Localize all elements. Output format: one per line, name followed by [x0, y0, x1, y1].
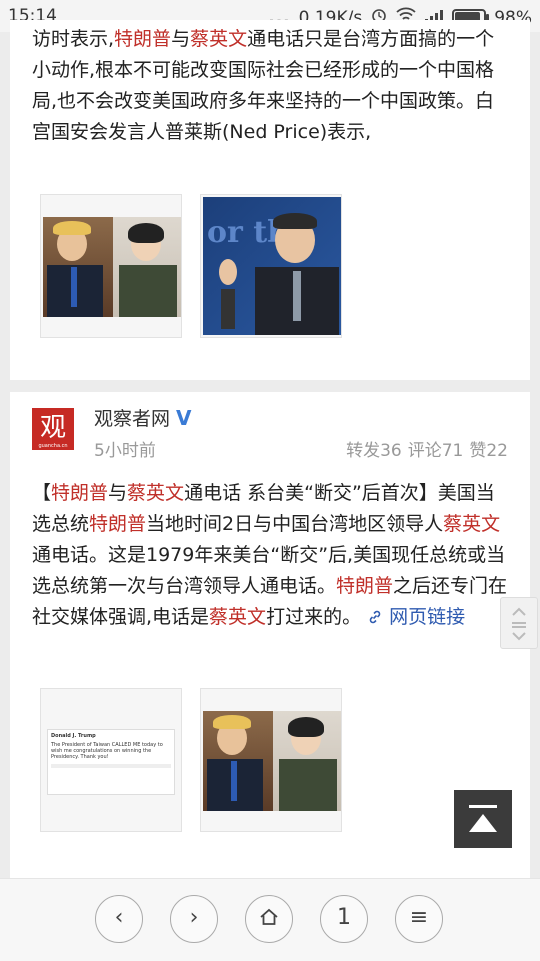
post-2-text: 【特朗普与蔡英文通电话 系台美“断交”后首次】美国当选总统特朗普当地时间2日与中…	[32, 478, 508, 633]
hashtag-trump[interactable]: 特朗普	[114, 28, 171, 50]
tweet-screenshot: Donald J. Trump The President of Taiwan …	[47, 729, 175, 795]
person-hair	[128, 223, 164, 243]
text-segment: 访时表示,	[32, 28, 115, 50]
post-stats: 转发36 评论71 赞22	[340, 436, 508, 461]
hashtag-tsai[interactable]: 蔡英文	[190, 28, 247, 50]
text-segment: 【	[32, 482, 52, 504]
verified-icon: V	[176, 406, 192, 430]
person-tie	[231, 761, 237, 801]
like-count[interactable]: 赞22	[469, 441, 508, 461]
hashtag-tsai[interactable]: 蔡英文	[209, 606, 266, 628]
back-button[interactable]: ‹	[95, 895, 143, 943]
menu-icon: ≡	[409, 905, 429, 930]
person-tie	[71, 267, 77, 307]
person-hair	[213, 715, 251, 729]
post-2-image-2[interactable]	[200, 688, 342, 832]
author-name[interactable]: 观察者网	[94, 408, 170, 430]
hashtag-trump[interactable]: 特朗普	[89, 513, 146, 535]
post-1-text: 访时表示,特朗普与蔡英文通电话只是台湾方面搞的一个小动作,根本不可能改变国际社会…	[32, 24, 508, 148]
link-label[interactable]: 网页链接	[389, 606, 465, 628]
link-icon	[361, 606, 389, 628]
home-button[interactable]	[245, 895, 293, 943]
person-jacket	[279, 759, 337, 811]
menu-button[interactable]: ≡	[395, 895, 443, 943]
back-to-top-button[interactable]	[454, 790, 512, 848]
avatar-caption: guancha.cn	[38, 443, 68, 449]
tabs-button[interactable]: 1	[320, 895, 368, 943]
author-name-row[interactable]: 观察者网 V	[94, 404, 192, 431]
home-icon	[258, 905, 280, 930]
text-segment: 与	[108, 482, 128, 504]
forward-icon: ›	[189, 905, 199, 930]
person-hair	[288, 717, 324, 737]
tab-count: 1	[337, 905, 351, 930]
post-2-image-1[interactable]: Donald J. Trump The President of Taiwan …	[40, 688, 182, 832]
photo-left-panel	[43, 217, 113, 317]
text-segment: 与	[171, 28, 191, 50]
post-card-2[interactable]: 观 guancha.cn 观察者网 V 5小时前 转发36 评论71 赞22 【特朗普…	[10, 392, 530, 878]
tweet-author: Donald J. Trump	[51, 733, 96, 739]
author-avatar[interactable]: 观 guancha.cn	[32, 408, 74, 450]
repost-count[interactable]: 转发36	[346, 441, 402, 461]
bottom-nav: ‹ › 1 ≡	[0, 878, 540, 961]
forward-button[interactable]: ›	[170, 895, 218, 943]
post-1-image-2[interactable]: or th	[200, 194, 342, 338]
person-jacket	[119, 265, 177, 317]
hashtag-tsai[interactable]: 蔡英文	[443, 513, 500, 535]
tweet-text: The President of Taiwan CALLED ME today …	[51, 742, 163, 760]
person-hair	[273, 213, 317, 229]
top-bar-icon	[469, 805, 497, 808]
text-segment: 当地时间2日与中国台湾地区领导人	[146, 513, 444, 535]
photo-left-panel	[203, 711, 273, 811]
up-arrow-icon	[469, 814, 497, 832]
post-time: 5小时前	[94, 441, 156, 461]
post-1-image-1[interactable]	[40, 194, 182, 338]
scroll-handle[interactable]	[500, 597, 538, 649]
person-tie	[293, 271, 301, 321]
back-icon: ‹	[114, 905, 124, 930]
raised-hand	[219, 259, 237, 285]
hashtag-tsai[interactable]: 蔡英文	[127, 482, 184, 504]
avatar-char: 观	[39, 413, 66, 443]
microphone	[221, 289, 235, 329]
post-card-1[interactable]: 访时表示,特朗普与蔡英文通电话只是台湾方面搞的一个小动作,根本不可能改变国际社会…	[10, 20, 530, 380]
photo-background: or th	[203, 197, 341, 335]
web-link[interactable]: 网页链接	[361, 606, 465, 628]
tweet-divider	[51, 764, 171, 768]
photo-right-panel	[113, 217, 181, 317]
hashtag-trump[interactable]: 特朗普	[336, 575, 393, 597]
photo-right-panel	[273, 711, 341, 811]
text-segment: 打过来的。	[266, 606, 362, 628]
comment-count[interactable]: 评论71	[408, 441, 464, 461]
hashtag-trump[interactable]: 特朗普	[51, 482, 108, 504]
person-hair	[53, 221, 91, 235]
